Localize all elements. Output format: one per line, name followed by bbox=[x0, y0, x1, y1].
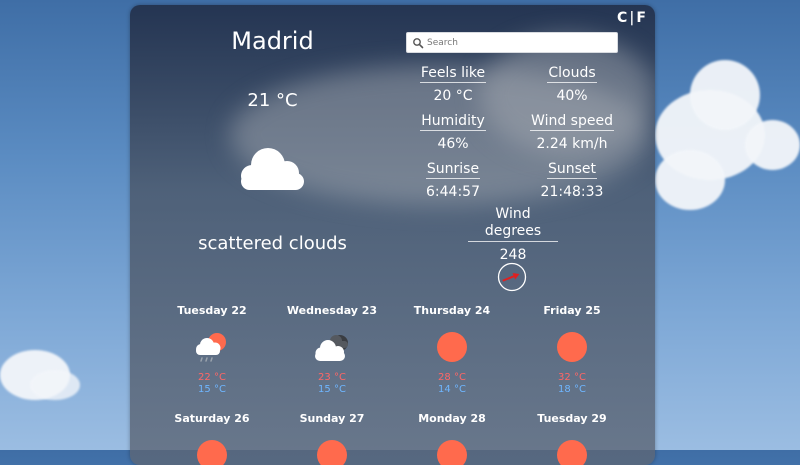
forecast-low-temp: 14 °C bbox=[438, 384, 466, 395]
clouds-stat: Clouds 40% bbox=[517, 62, 627, 104]
fahrenheit-toggle[interactable]: F bbox=[636, 10, 647, 26]
humidity-value: 46% bbox=[437, 136, 469, 152]
wind-direction-icon bbox=[497, 262, 527, 292]
sun-icon bbox=[197, 440, 227, 465]
forecast-day-name: Friday 25 bbox=[543, 304, 601, 317]
current-temperature: 21 °C bbox=[247, 90, 298, 111]
forecast-high-temp: 23 °C bbox=[318, 372, 346, 383]
sunset-value: 21:48:33 bbox=[540, 184, 604, 200]
wind-arrow-icon bbox=[502, 273, 520, 282]
clouds-label: Clouds bbox=[547, 65, 597, 83]
sky-cloud bbox=[30, 370, 80, 400]
sunrise-value: 6:44:57 bbox=[426, 184, 480, 200]
humidity-stat: Humidity 46% bbox=[398, 110, 508, 152]
weather-panel: C|F Madrid 21 °C scattered clouds Feels … bbox=[130, 5, 655, 465]
feels-like-stat: Feels like 20 °C bbox=[398, 62, 508, 104]
forecast-day-name: Wednesday 23 bbox=[286, 304, 378, 317]
wind-degrees-stat: Wind degrees 248 bbox=[468, 206, 558, 263]
forecast-high-temp: 28 °C bbox=[438, 372, 466, 383]
sun-icon bbox=[557, 440, 587, 465]
forecast-high-temp: 32 °C bbox=[558, 372, 586, 383]
forecast-day-name: Sunday 27 bbox=[299, 412, 365, 425]
forecast-day-name: Thursday 24 bbox=[413, 304, 491, 317]
sunrise-label: Sunrise bbox=[425, 161, 481, 179]
forecast-day: Wednesday 23 23 °C 15 °C bbox=[272, 304, 392, 395]
search-input[interactable] bbox=[427, 34, 612, 51]
forecast-day-name: Saturday 26 bbox=[174, 412, 250, 425]
forecast-day: Sunday 27 bbox=[272, 412, 392, 465]
search-box bbox=[406, 32, 618, 53]
wind-speed-label: Wind speed bbox=[530, 113, 614, 131]
sky-cloud bbox=[745, 120, 800, 170]
unit-separator: | bbox=[629, 10, 636, 26]
forecast-day-name: Monday 28 bbox=[418, 412, 486, 425]
sun-icon bbox=[437, 440, 467, 465]
forecast-day-name: Tuesday 22 bbox=[177, 304, 247, 317]
sunset-stat: Sunset 21:48:33 bbox=[517, 158, 627, 200]
cloud-sun-icon bbox=[315, 335, 348, 361]
feels-like-value: 20 °C bbox=[433, 88, 473, 104]
sun-icon bbox=[557, 332, 587, 362]
feels-like-label: Feels like bbox=[419, 65, 487, 83]
celsius-toggle[interactable]: C bbox=[617, 10, 628, 26]
wind-degrees-value: 248 bbox=[499, 247, 527, 263]
forecast-low-temp: 15 °C bbox=[318, 384, 346, 395]
forecast-day: Tuesday 22 22 °C 15 °C bbox=[152, 304, 272, 395]
sun-rain-cloud-icon bbox=[196, 333, 226, 362]
sun-icon bbox=[437, 332, 467, 362]
forecast-low-temp: 15 °C bbox=[198, 384, 226, 395]
wind-degrees-label: Wind degrees bbox=[468, 206, 558, 242]
city-name: Madrid bbox=[231, 27, 314, 55]
cloud-icon bbox=[241, 148, 304, 190]
unit-toggle: C|F bbox=[617, 10, 647, 26]
wind-speed-value: 2.24 km/h bbox=[536, 136, 608, 152]
forecast-low-temp: 18 °C bbox=[558, 384, 586, 395]
humidity-label: Humidity bbox=[420, 113, 486, 131]
forecast-day: Tuesday 29 bbox=[512, 412, 632, 465]
forecast-day: Saturday 26 bbox=[152, 412, 272, 465]
sunrise-stat: Sunrise 6:44:57 bbox=[398, 158, 508, 200]
forecast-day-name: Tuesday 29 bbox=[537, 412, 607, 425]
weather-description: scattered clouds bbox=[198, 233, 347, 254]
forecast-high-temp: 22 °C bbox=[198, 372, 226, 383]
forecast-day: Thursday 24 28 °C 14 °C bbox=[392, 304, 512, 395]
clouds-value: 40% bbox=[556, 88, 588, 104]
forecast-day: Monday 28 bbox=[392, 412, 512, 465]
sky-cloud bbox=[690, 60, 760, 130]
forecast-day: Friday 25 32 °C 18 °C bbox=[512, 304, 632, 395]
sunset-label: Sunset bbox=[546, 161, 598, 179]
sun-icon bbox=[317, 440, 347, 465]
wind-speed-stat: Wind speed 2.24 km/h bbox=[517, 110, 627, 152]
sky-cloud bbox=[655, 150, 725, 210]
search-icon bbox=[413, 38, 424, 49]
